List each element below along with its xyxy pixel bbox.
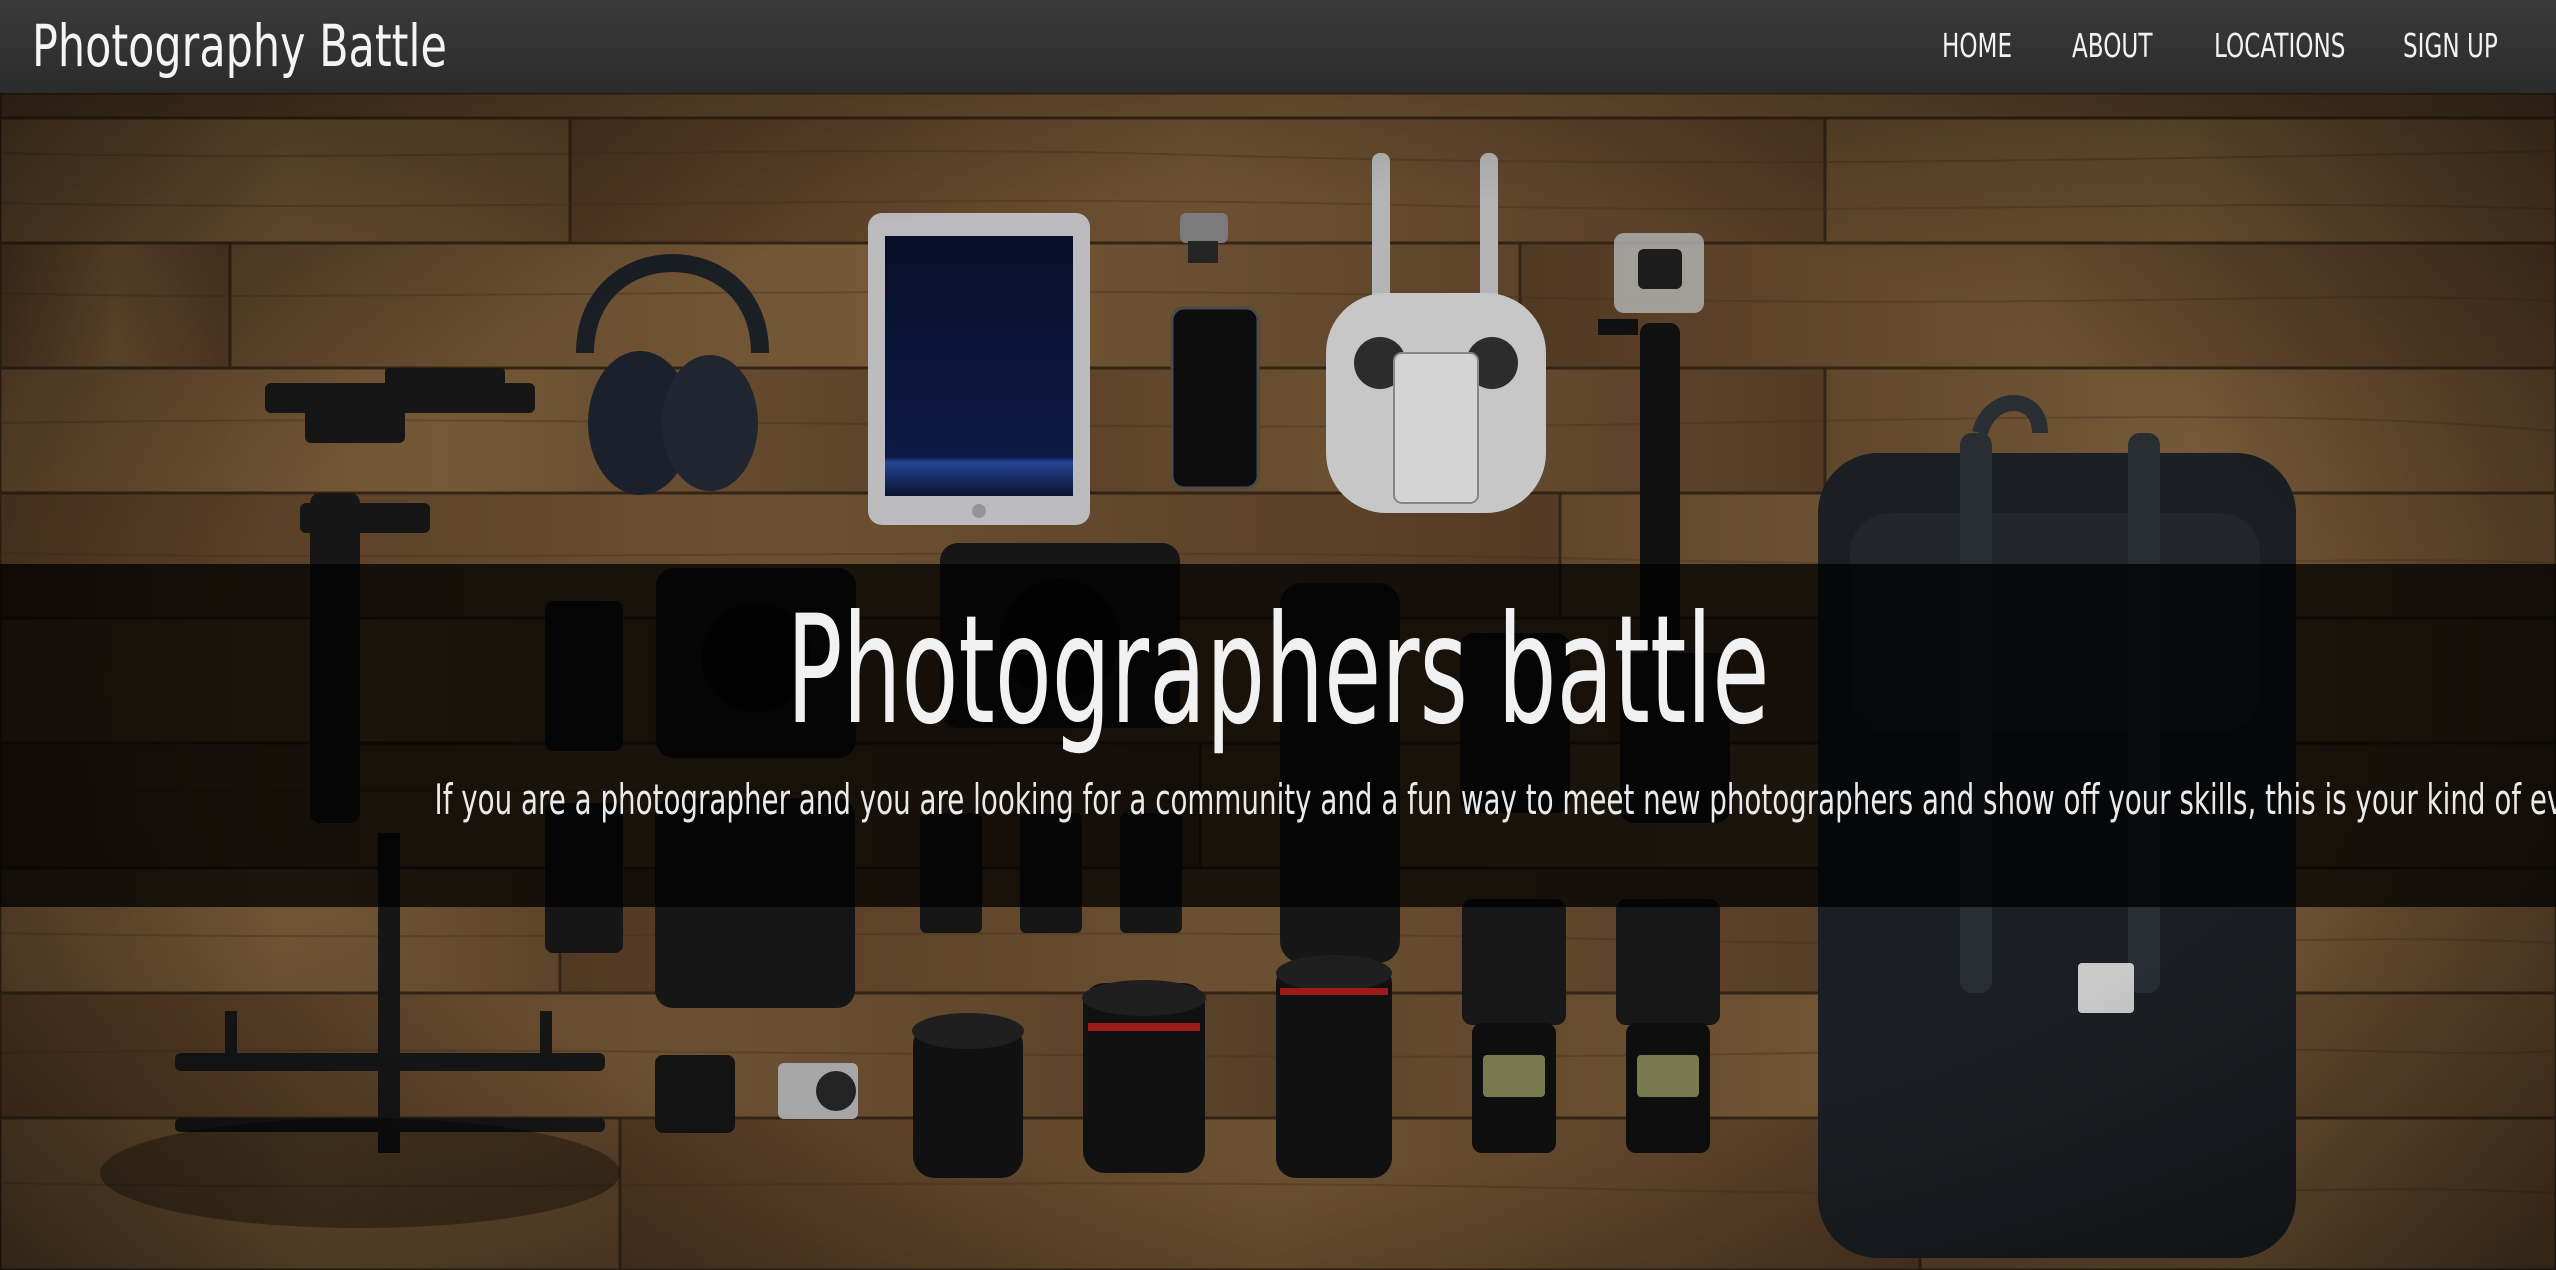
- hero-caption-band: Photographers battle If you are a photog…: [0, 564, 2556, 907]
- nav-link-locations[interactable]: LOCATIONS: [2214, 20, 2345, 72]
- nav-menu: HOME ABOUT LOCATIONS SIGN UP: [0, 20, 2556, 72]
- landing-page: Photography Battle HOME ABOUT LOCATIONS …: [0, 0, 2556, 1270]
- nav-link-about[interactable]: ABOUT: [2072, 20, 2152, 72]
- top-navbar: Photography Battle HOME ABOUT LOCATIONS …: [0, 0, 2556, 93]
- nav-link-signup[interactable]: SIGN UP: [2403, 20, 2498, 72]
- nav-link-home[interactable]: HOME: [1942, 20, 2012, 72]
- hero-subtitle: If you are a photographer and you are lo…: [434, 775, 2556, 824]
- hero-title: Photographers battle: [786, 584, 1770, 758]
